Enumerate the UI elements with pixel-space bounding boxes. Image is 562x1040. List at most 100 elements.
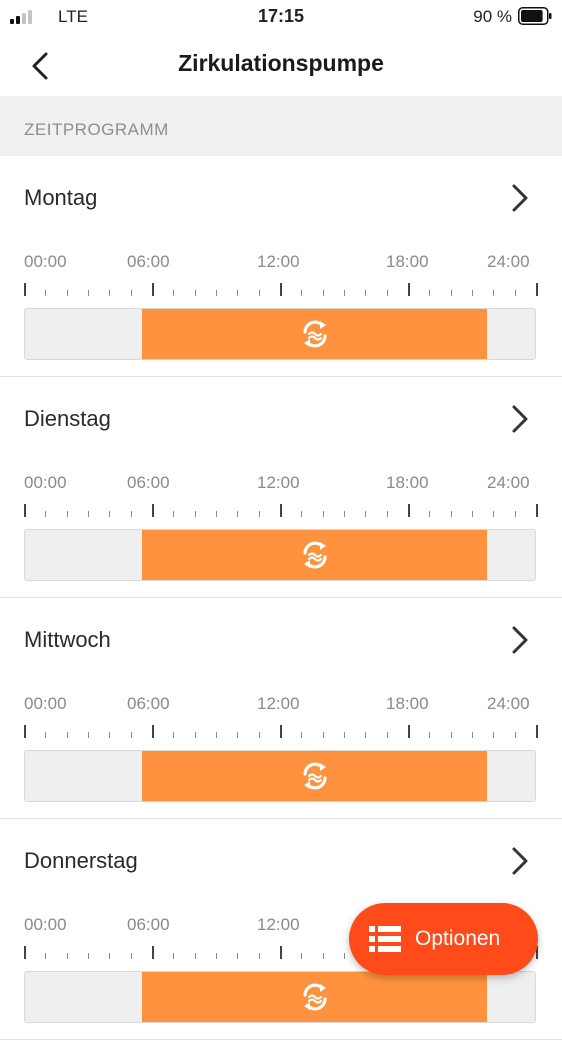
time-axis-ticks (0, 504, 562, 520)
time-tick (216, 953, 217, 959)
time-tick (237, 511, 238, 517)
schedule-timeline[interactable] (24, 971, 536, 1023)
time-label: 06:00 (127, 252, 170, 271)
active-time-segment (141, 530, 488, 580)
time-tick (24, 504, 26, 517)
time-tick (344, 953, 345, 959)
time-tick (301, 511, 302, 517)
time-label: 00:00 (24, 694, 67, 713)
time-tick (109, 511, 110, 517)
time-tick (216, 511, 217, 517)
day-name: Dienstag (24, 406, 111, 431)
time-tick (88, 511, 89, 517)
time-tick (365, 290, 366, 296)
time-tick (323, 732, 324, 738)
time-tick (24, 946, 26, 959)
time-tick (237, 290, 238, 296)
time-tick (515, 511, 516, 517)
time-tick (472, 290, 473, 296)
time-label: 12:00 (257, 473, 300, 492)
time-tick (131, 732, 132, 738)
day-row-tuesday[interactable]: Dienstag (0, 377, 562, 457)
chevron-right-icon (512, 847, 528, 875)
time-tick (173, 732, 174, 738)
time-tick (429, 511, 430, 517)
time-tick (259, 290, 260, 296)
time-tick (536, 725, 538, 738)
day-row-wednesday[interactable]: Mittwoch (0, 598, 562, 678)
time-tick (493, 732, 494, 738)
circulation-pump-icon (302, 320, 327, 348)
time-tick (45, 953, 46, 959)
time-axis-ticks (0, 283, 562, 299)
time-label: 12:00 (257, 915, 300, 934)
time-tick (152, 946, 154, 959)
options-label: Optionen (415, 927, 501, 950)
schedule-timeline[interactable] (24, 529, 536, 581)
chevron-right-icon (512, 626, 528, 654)
time-tick (280, 946, 282, 959)
time-tick (301, 953, 302, 959)
circulation-pump-icon (302, 762, 327, 790)
day-name: Mittwoch (24, 627, 111, 652)
time-label: 18:00 (386, 473, 429, 492)
time-tick (88, 953, 89, 959)
time-tick (45, 511, 46, 517)
section-title: ZEITPROGRAMM (24, 120, 169, 139)
day-row-monday[interactable]: Montag (0, 156, 562, 236)
time-tick (131, 290, 132, 296)
time-tick (152, 725, 154, 738)
list-icon (369, 926, 401, 952)
circulation-pump-icon (302, 983, 327, 1011)
options-button[interactable]: Optionen (349, 903, 538, 975)
active-time-segment (141, 972, 488, 1022)
time-tick (429, 290, 430, 296)
time-tick (24, 283, 26, 296)
time-tick (536, 504, 538, 517)
time-label: 06:00 (127, 473, 170, 492)
time-tick (493, 511, 494, 517)
time-tick (45, 732, 46, 738)
time-tick (451, 290, 452, 296)
circulation-pump-icon (302, 541, 327, 569)
time-label: 00:00 (24, 252, 67, 271)
time-tick (259, 511, 260, 517)
day-name: Donnerstag (24, 848, 138, 873)
time-tick (429, 732, 430, 738)
time-tick (88, 732, 89, 738)
time-tick (472, 511, 473, 517)
time-label: 18:00 (386, 252, 429, 271)
schedule-timeline[interactable] (24, 750, 536, 802)
time-tick (408, 504, 410, 517)
day-row-thursday[interactable]: Donnerstag (0, 819, 562, 899)
time-tick (67, 732, 68, 738)
time-tick (173, 953, 174, 959)
time-tick (323, 511, 324, 517)
time-tick (280, 504, 282, 517)
time-label: 00:00 (24, 473, 67, 492)
time-label: 24:00 (487, 694, 530, 713)
time-tick (536, 283, 538, 296)
chevron-right-icon (512, 405, 528, 433)
time-tick (109, 732, 110, 738)
time-label: 06:00 (127, 694, 170, 713)
time-tick (408, 725, 410, 738)
time-tick (301, 732, 302, 738)
time-axis-labels: 00:00 06:00 12:00 18:00 24:00 (0, 694, 562, 716)
time-tick (323, 953, 324, 959)
time-tick (173, 511, 174, 517)
time-tick (88, 290, 89, 296)
time-tick (451, 732, 452, 738)
battery-percentage: 90 % (473, 7, 512, 26)
page-title: Zirkulationspumpe (178, 50, 384, 76)
time-tick (67, 290, 68, 296)
time-label: 06:00 (127, 915, 170, 934)
time-tick (365, 732, 366, 738)
navigation-bar: Zirkulationspumpe (0, 36, 562, 96)
time-tick (216, 290, 217, 296)
time-tick (237, 732, 238, 738)
time-tick (24, 725, 26, 738)
schedule-timeline[interactable] (24, 308, 536, 360)
time-tick (472, 732, 473, 738)
time-tick (259, 732, 260, 738)
